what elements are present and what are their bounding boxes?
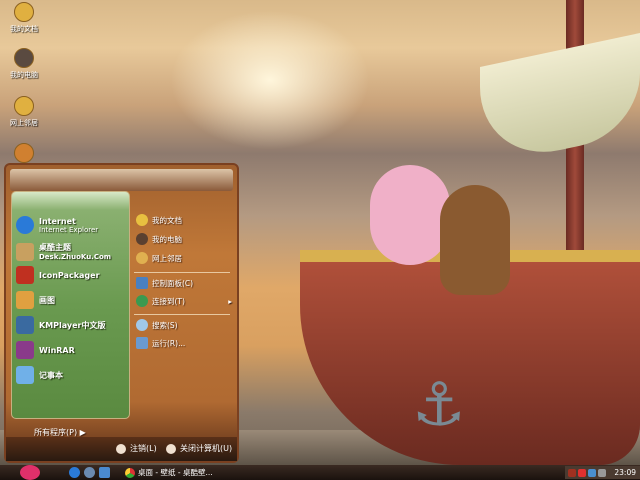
network-tray-icon[interactable] (588, 468, 596, 477)
ie-icon[interactable] (69, 467, 80, 478)
search-icon (136, 319, 148, 331)
desktop-icon-network[interactable]: 网上邻居 (2, 96, 46, 128)
system-tray: 23:09 (565, 466, 640, 479)
desktop-icon-my-documents[interactable]: 我的文档 (2, 2, 46, 34)
my-documents-icon (136, 214, 148, 226)
anchor-icon: ⚓ (412, 370, 466, 440)
ie-icon (16, 216, 34, 234)
my-documents-icon (14, 2, 34, 22)
control-panel-icon (136, 277, 148, 289)
place-network[interactable]: 网上邻居 (136, 252, 232, 264)
clock[interactable]: 23:09 (614, 468, 636, 477)
desktop-icon-my-computer[interactable]: 我的电脑 (2, 48, 46, 80)
taskbar: 桌面 - 壁纸 - 桌酷壁... 23:09 (0, 465, 640, 480)
network-icon (14, 96, 34, 116)
divider (134, 314, 230, 315)
my-computer-icon (136, 233, 148, 245)
lion-icon (14, 143, 34, 163)
start-menu: Internet Internet Explorer 桌酷主题 Desk.ZhuoK… (4, 163, 239, 463)
start-menu-header (10, 169, 233, 191)
wallpaper-bear (440, 185, 510, 295)
program-winrar[interactable]: WinRAR (16, 341, 75, 359)
paint-icon (16, 291, 34, 309)
start-menu-footer: 注销(L) 关闭计算机(U) (6, 437, 237, 461)
place-my-computer[interactable]: 我的电脑 (136, 233, 232, 245)
wallpaper-sail (480, 32, 640, 168)
program-iconpackager[interactable]: IconPackager (16, 266, 100, 284)
chevron-right-icon: ▸ (228, 296, 232, 306)
browser-icon[interactable] (84, 467, 95, 478)
network-icon (136, 252, 148, 264)
wallpaper-sun (170, 10, 370, 150)
start-button[interactable] (20, 465, 40, 480)
connect-icon (136, 295, 148, 307)
pinned-programs: Internet Internet Explorer 桌酷主题 Desk.ZhuoK… (11, 191, 130, 419)
place-search[interactable]: 搜索(S) (136, 319, 232, 331)
program-internet[interactable]: Internet Internet Explorer (16, 216, 98, 234)
desktop-icon-other[interactable] (2, 143, 46, 165)
taskbar-task-chrome[interactable]: 桌面 - 壁纸 - 桌酷壁... (125, 466, 240, 479)
program-kmplayer[interactable]: KMPlayer中文版 (16, 316, 106, 334)
notepad-icon (16, 366, 34, 384)
tray-icon[interactable] (568, 468, 576, 477)
arrow-right-icon: ▶ (79, 428, 86, 437)
log-off-icon (116, 443, 126, 454)
tray-icon[interactable] (578, 468, 586, 477)
my-computer-icon (14, 48, 34, 68)
divider (134, 272, 230, 273)
place-my-documents[interactable]: 我的文档 (136, 214, 232, 226)
chrome-icon (125, 467, 135, 478)
zhuoku-icon (16, 242, 34, 261)
program-notepad[interactable]: 记事本 (16, 366, 63, 384)
kmplayer-icon (16, 316, 34, 334)
wallpaper-bunny (370, 165, 450, 265)
winrar-icon (16, 341, 34, 359)
place-control-panel[interactable]: 控制面板(C) (136, 277, 232, 289)
place-run[interactable]: 运行(R)... (136, 337, 232, 349)
iconpackager-icon (16, 266, 34, 284)
program-paint[interactable]: 画图 (16, 291, 55, 309)
program-zhuoku[interactable]: 桌酷主题 Desk.ZhuoKu.Com (16, 242, 111, 261)
place-connect-to[interactable]: 连接到(T) ▸ (136, 295, 232, 307)
run-icon (136, 337, 148, 349)
shut-down-icon (166, 443, 176, 454)
show-desktop-icon[interactable] (99, 467, 110, 478)
log-off-button[interactable]: 注销(L) (116, 443, 157, 454)
settings-tray-icon[interactable] (598, 468, 606, 477)
shut-down-button[interactable]: 关闭计算机(U) (166, 443, 232, 454)
places-panel: 我的文档 我的电脑 网上邻居 控制面板(C) 连接到(T) ▸ 搜索(S) 运行(… (132, 191, 234, 421)
